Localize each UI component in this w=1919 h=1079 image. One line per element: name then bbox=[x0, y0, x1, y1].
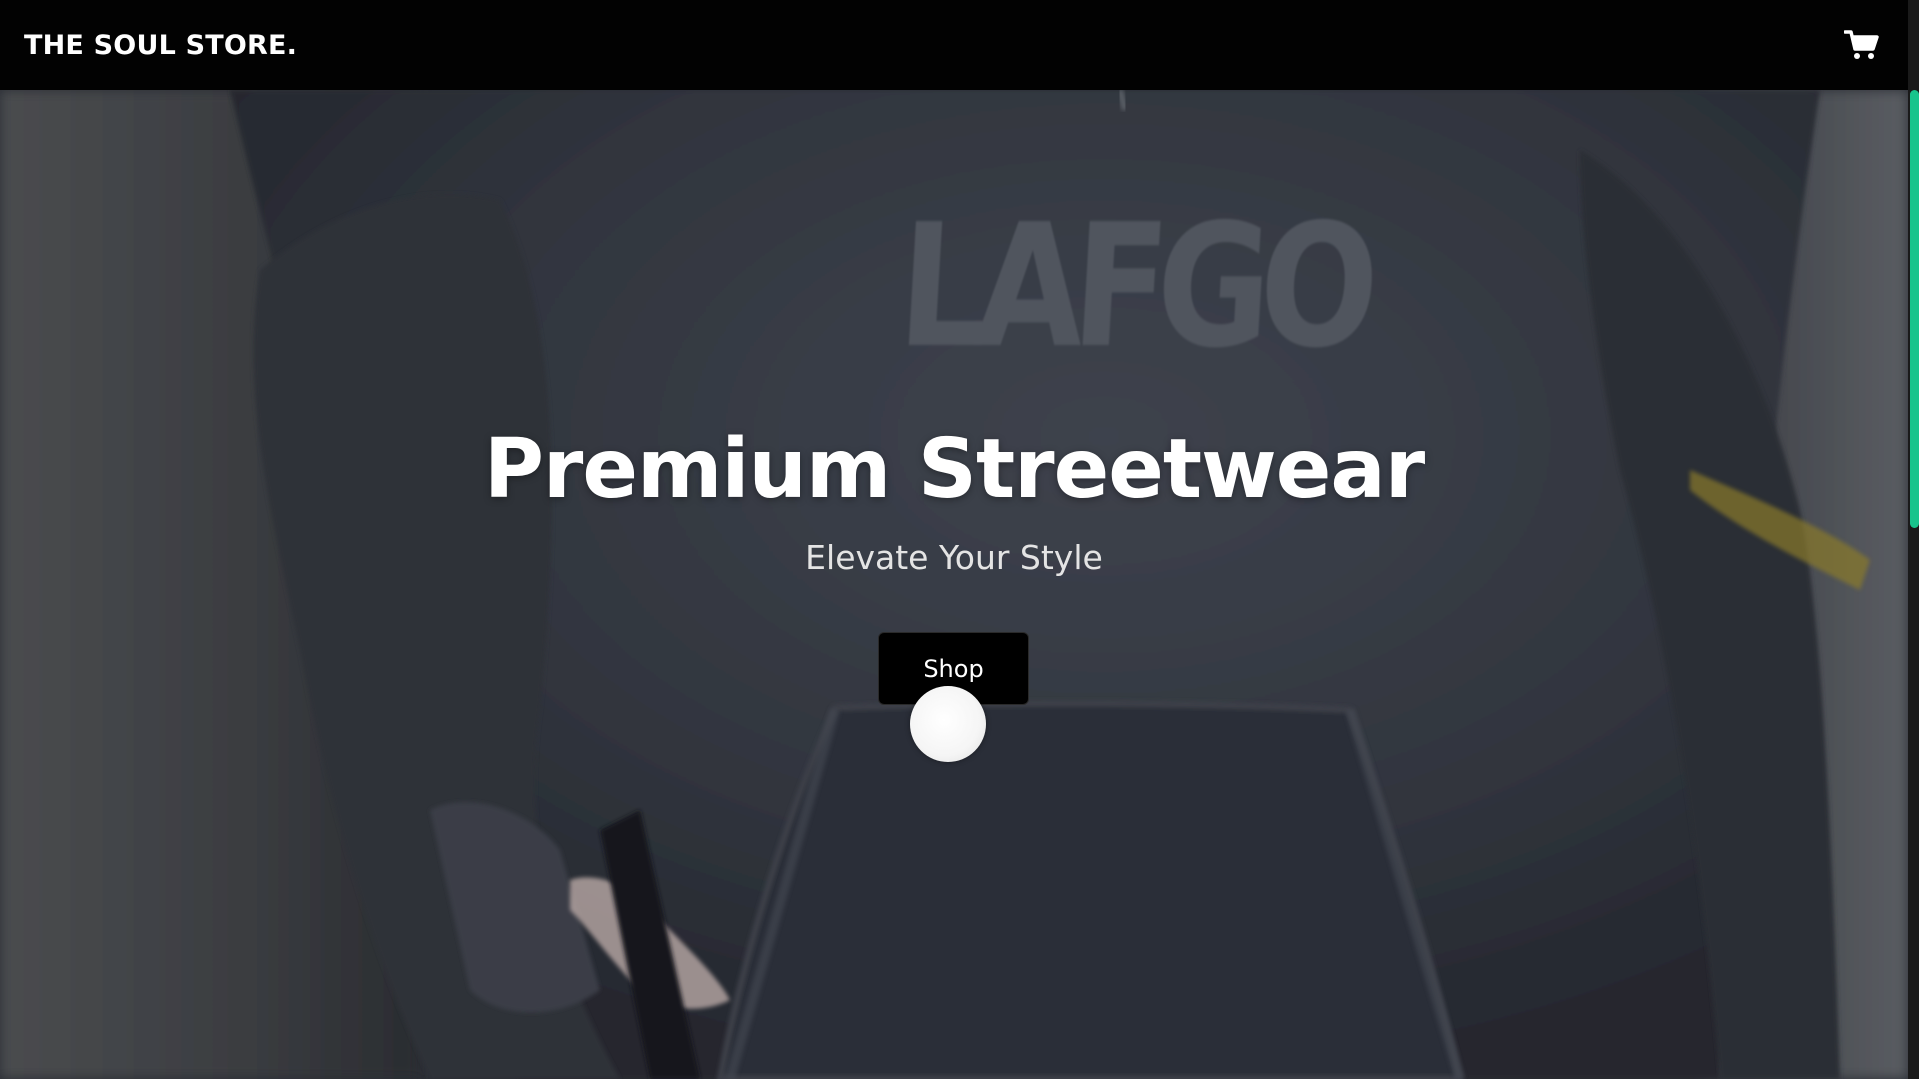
shopping-cart-icon bbox=[1844, 30, 1879, 59]
hero-section: LAFGO Premium Streetwear Elevate Your St… bbox=[0, 90, 1908, 1079]
page: THE SOUL STORE. LAFGO Premium Streetwear… bbox=[0, 0, 1919, 1079]
cursor-indicator bbox=[910, 686, 986, 762]
page-scrollbar[interactable] bbox=[1908, 0, 1919, 1079]
top-navbar: THE SOUL STORE. bbox=[0, 0, 1908, 90]
scrollbar-thumb[interactable] bbox=[1910, 90, 1919, 528]
brand-logo[interactable]: THE SOUL STORE. bbox=[24, 30, 297, 61]
cart-button[interactable] bbox=[1842, 25, 1882, 65]
hero-subtitle: Elevate Your Style bbox=[805, 538, 1103, 577]
hero-content: Premium Streetwear Elevate Your Style Sh… bbox=[0, 90, 1908, 1079]
hero-title: Premium Streetwear bbox=[483, 422, 1425, 517]
